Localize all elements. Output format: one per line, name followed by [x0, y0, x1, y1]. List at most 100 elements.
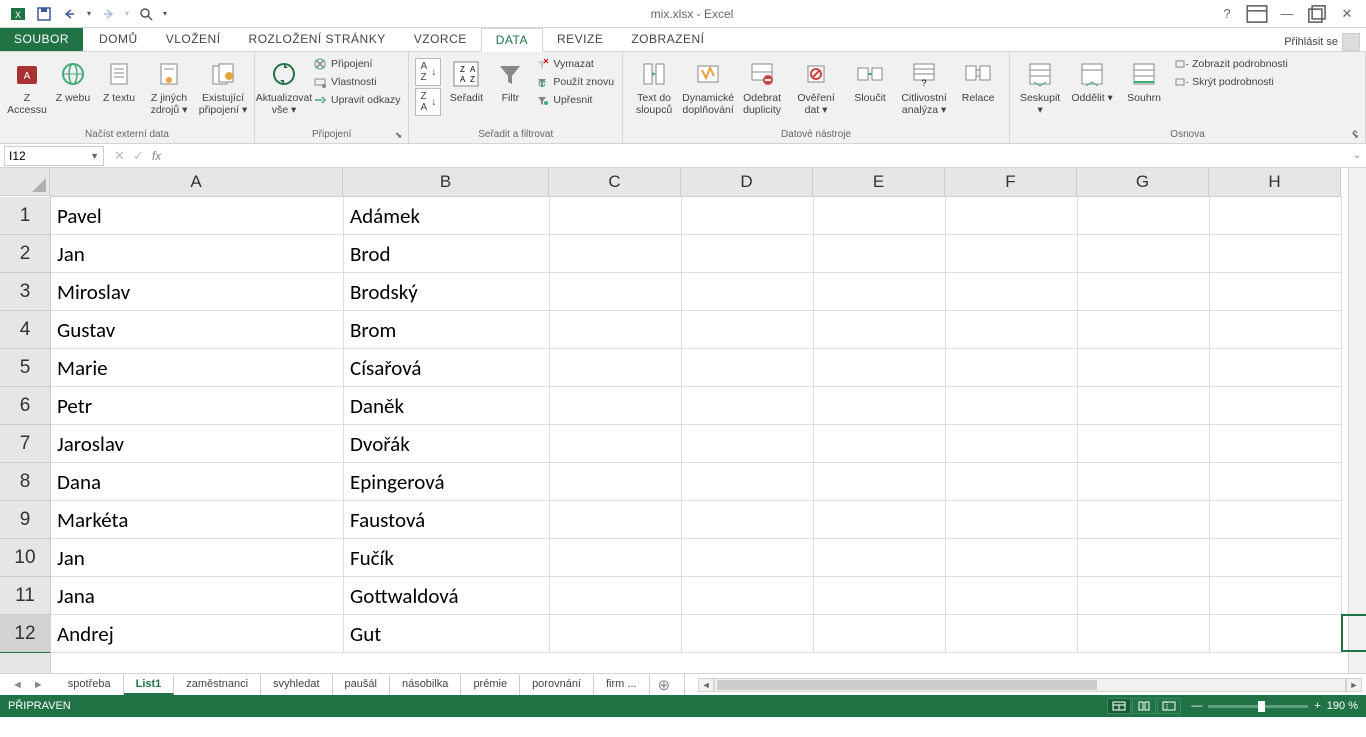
- zoom-in-button[interactable]: +: [1314, 700, 1320, 712]
- cell-B6[interactable]: Daněk: [344, 387, 550, 425]
- cell-C1[interactable]: [550, 197, 682, 235]
- tab-vložení[interactable]: VLOŽENÍ: [152, 28, 235, 51]
- cell-H8[interactable]: [1210, 463, 1342, 501]
- col-header-C[interactable]: C: [549, 168, 681, 196]
- cell-E5[interactable]: [814, 349, 946, 387]
- ext-data-4[interactable]: Existující připojení ▾: [198, 54, 248, 116]
- cell-D10[interactable]: [682, 539, 814, 577]
- ext-data-2[interactable]: Z textu: [98, 54, 140, 104]
- cell-E4[interactable]: [814, 311, 946, 349]
- row-header-8[interactable]: 8: [0, 463, 50, 501]
- sheet-tab-2[interactable]: zaměstnanci: [174, 675, 261, 695]
- cell-C6[interactable]: [550, 387, 682, 425]
- cell-F4[interactable]: [946, 311, 1078, 349]
- cell-E6[interactable]: [814, 387, 946, 425]
- row-header-2[interactable]: 2: [0, 235, 50, 273]
- cell-B5[interactable]: Císařová: [344, 349, 550, 387]
- cell-C9[interactable]: [550, 501, 682, 539]
- col-header-F[interactable]: F: [945, 168, 1077, 196]
- cell-F7[interactable]: [946, 425, 1078, 463]
- cell-A1[interactable]: Pavel: [51, 197, 344, 235]
- sheet-nav-prev[interactable]: ◄: [8, 679, 27, 691]
- undo-dropdown[interactable]: ▾: [84, 3, 94, 25]
- col-header-G[interactable]: G: [1077, 168, 1209, 196]
- cell-C12[interactable]: [550, 615, 682, 653]
- datatool-0[interactable]: Text do sloupců: [629, 54, 679, 116]
- expand-formula-bar[interactable]: ⌄: [1348, 150, 1366, 161]
- undo-button[interactable]: [58, 3, 82, 25]
- row-header-3[interactable]: 3: [0, 273, 50, 311]
- col-header-D[interactable]: D: [681, 168, 813, 196]
- row-header-9[interactable]: 9: [0, 501, 50, 539]
- conn-1[interactable]: Vlastnosti: [311, 74, 402, 90]
- page-break-view-button[interactable]: [1157, 698, 1181, 714]
- close-button[interactable]: ✕: [1334, 3, 1360, 25]
- page-layout-view-button[interactable]: [1132, 698, 1156, 714]
- cancel-formula-button[interactable]: ✕: [114, 148, 125, 164]
- sort-desc-button[interactable]: ZA↓: [415, 88, 441, 116]
- cell-D3[interactable]: [682, 273, 814, 311]
- fx-button[interactable]: fx: [152, 149, 161, 163]
- cell-B4[interactable]: Brom: [344, 311, 550, 349]
- row-header-5[interactable]: 5: [0, 349, 50, 387]
- cell-A2[interactable]: Jan: [51, 235, 344, 273]
- cell-C4[interactable]: [550, 311, 682, 349]
- redo-dropdown[interactable]: ▾: [122, 3, 132, 25]
- cell-H9[interactable]: [1210, 501, 1342, 539]
- cell-A8[interactable]: Dana: [51, 463, 344, 501]
- cell-B9[interactable]: Faustová: [344, 501, 550, 539]
- cell-E2[interactable]: [814, 235, 946, 273]
- cell-E12[interactable]: [814, 615, 946, 653]
- cell-E9[interactable]: [814, 501, 946, 539]
- ribbon-display-button[interactable]: [1244, 3, 1270, 25]
- normal-view-button[interactable]: [1107, 698, 1131, 714]
- cell-E8[interactable]: [814, 463, 946, 501]
- cell-H3[interactable]: [1210, 273, 1342, 311]
- tab-domů[interactable]: DOMŮ: [85, 28, 152, 51]
- row-header-1[interactable]: 1: [0, 197, 50, 235]
- save-button[interactable]: [32, 3, 56, 25]
- tab-rozložení stránky[interactable]: ROZLOŽENÍ STRÁNKY: [235, 28, 400, 51]
- tab-zobrazení[interactable]: ZOBRAZENÍ: [617, 28, 718, 51]
- cell-E11[interactable]: [814, 577, 946, 615]
- sheet-tab-1[interactable]: List1: [124, 675, 175, 695]
- cell-G7[interactable]: [1078, 425, 1210, 463]
- cell-F11[interactable]: [946, 577, 1078, 615]
- zoom-level[interactable]: 190 %: [1327, 700, 1358, 712]
- outline-detail-0[interactable]: +Zobrazit podrobnosti: [1172, 56, 1290, 72]
- refresh-all-button[interactable]: Aktualizovat vše ▾: [261, 54, 307, 116]
- filter-opt-2[interactable]: Upřesnit: [533, 92, 616, 108]
- sheet-tab-4[interactable]: paušál: [333, 675, 390, 695]
- cell-A4[interactable]: Gustav: [51, 311, 344, 349]
- redo-button[interactable]: [96, 3, 120, 25]
- row-header-11[interactable]: 11: [0, 577, 50, 615]
- sheet-tab-0[interactable]: spotřeba: [56, 675, 124, 695]
- sort-asc-button[interactable]: AZ↓: [415, 58, 441, 86]
- row-header-7[interactable]: 7: [0, 425, 50, 463]
- cell-F1[interactable]: [946, 197, 1078, 235]
- cell-G8[interactable]: [1078, 463, 1210, 501]
- cell-D12[interactable]: [682, 615, 814, 653]
- row-header-10[interactable]: 10: [0, 539, 50, 577]
- cell-F8[interactable]: [946, 463, 1078, 501]
- sheet-tab-3[interactable]: svyhledat: [261, 675, 332, 695]
- cell-B7[interactable]: Dvořák: [344, 425, 550, 463]
- cell-D8[interactable]: [682, 463, 814, 501]
- datatool-6[interactable]: Relace: [953, 54, 1003, 104]
- cell-A12[interactable]: Andrej: [51, 615, 344, 653]
- cell-H10[interactable]: [1210, 539, 1342, 577]
- cell-D5[interactable]: [682, 349, 814, 387]
- cell-E3[interactable]: [814, 273, 946, 311]
- cell-F6[interactable]: [946, 387, 1078, 425]
- scroll-right-button[interactable]: ►: [1346, 678, 1362, 692]
- sort-button[interactable]: ZAAZ Seřadit: [445, 54, 487, 104]
- horizontal-scrollbar[interactable]: ◄ ►: [698, 678, 1362, 692]
- cell-C10[interactable]: [550, 539, 682, 577]
- print-preview-button[interactable]: [134, 3, 158, 25]
- datatool-3[interactable]: Ověření dat ▾: [791, 54, 841, 116]
- filter-button[interactable]: Filtr: [491, 54, 529, 104]
- cell-H12[interactable]: [1210, 615, 1342, 653]
- outline-0[interactable]: Seskupit ▾: [1016, 54, 1064, 116]
- outline-1[interactable]: Oddělit ▾: [1068, 54, 1116, 116]
- cell-A11[interactable]: Jana: [51, 577, 344, 615]
